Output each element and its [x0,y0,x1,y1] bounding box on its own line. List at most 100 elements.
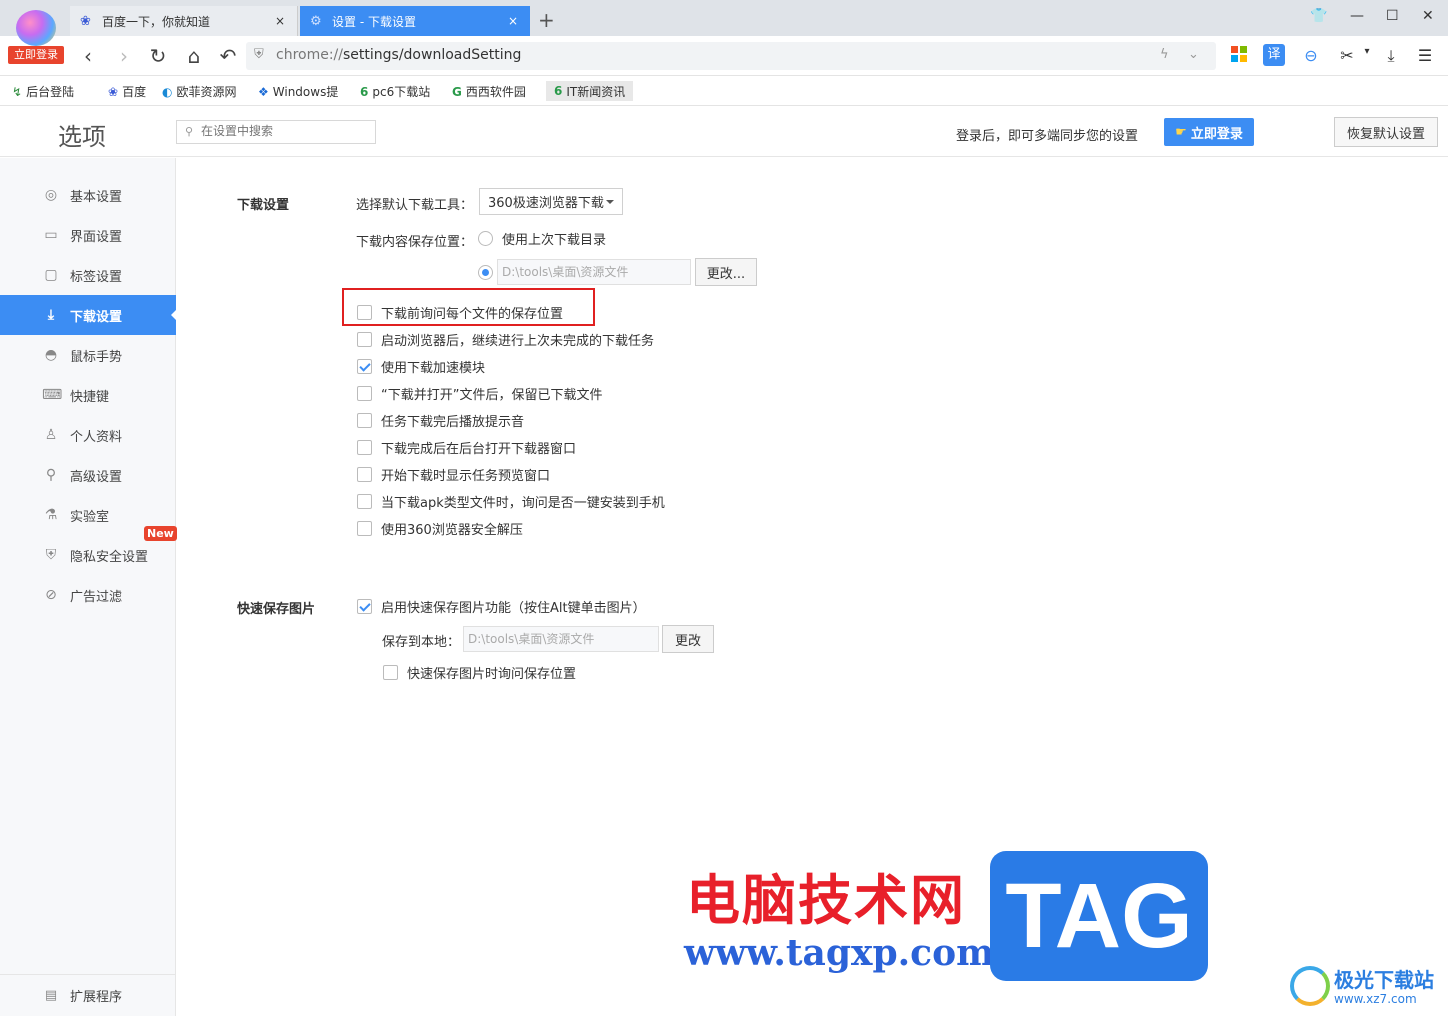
browser-logo[interactable]: 立即登录 [8,4,64,64]
option-open-downloader[interactable]: 下载完成后在后台打开下载器窗口 [357,437,576,457]
checkbox[interactable] [357,358,372,374]
option-label: 快速保存图片时询问保存位置 [407,666,577,682]
select-value: 360极速浏览器下载 [488,196,604,211]
sidebar-item-profile[interactable]: ♙ 个人资料 [0,415,176,455]
chevron-down-icon[interactable]: ⌄ [1188,47,1199,62]
option-quick-save-ask[interactable]: 快速保存图片时询问保存位置 [383,662,576,682]
download-icon[interactable]: ⤓ [1380,46,1402,66]
sidebar-item-privacy[interactable]: ⛨ 隐私安全设置 [0,535,176,575]
bookmark-label: 西西软件园 [465,85,526,99]
close-icon[interactable]: × [506,14,520,28]
checkbox[interactable] [357,412,372,428]
radio-custom-path[interactable] [478,265,493,280]
quick-save-path-field[interactable]: D:\tools\桌面\资源文件 [463,626,659,652]
tab-baidu[interactable]: ❀ 百度一下，你就知道 × [70,6,298,36]
checkbox[interactable] [357,466,372,482]
checkbox[interactable] [357,439,372,455]
user-icon: ♙ [44,427,58,443]
default-download-tool-select[interactable]: 360极速浏览器下载 [479,188,623,215]
login-button[interactable]: ☛ 立即登录 [1164,118,1254,146]
download-path-field[interactable]: D:\tools\桌面\资源文件 [497,259,691,285]
option-acceleration[interactable]: 使用下载加速模块 [357,356,485,376]
login-badge[interactable]: 立即登录 [8,46,64,64]
bookmark-icon: ❖ [258,84,269,99]
option-quick-save-enable[interactable]: 启用快速保存图片功能（按住Alt键单击图片） [357,596,646,616]
checkbox[interactable] [357,304,372,320]
sidebar-item-basic[interactable]: ◎ 基本设置 [0,175,176,215]
option-label: 下载前询问每个文件的保存位置 [381,306,564,322]
minimize-icon[interactable]: — [1350,8,1364,24]
bookmark-item[interactable]: 6 pc6下载站 [360,83,430,100]
forward-icon[interactable]: › [112,44,136,68]
bookmark-icon: 6 [360,84,369,99]
sidebar-item-mouse-gesture[interactable]: ◓ 鼠标手势 [0,335,176,375]
menu-icon[interactable]: ☰ [1414,46,1436,65]
bookmark-item[interactable]: 6 IT新闻资讯 [546,81,634,101]
bookmark-item[interactable]: ❀ 百度 [108,83,146,100]
bookmark-item[interactable]: ◐ 欧菲资源网 [162,83,237,100]
sidebar-item-adblock[interactable]: ⊘ 广告过滤 [0,575,176,615]
checkbox[interactable] [357,598,372,614]
close-icon[interactable]: × [273,14,287,28]
sidebar-item-label: 标签设置 [70,269,123,285]
skin-icon[interactable]: 👕 [1310,8,1327,24]
sidebar-item-interface[interactable]: ▭ 界面设置 [0,215,176,255]
bookmark-item[interactable]: ↯ 后台登陆 [12,83,74,100]
reload-icon[interactable]: ↻ [146,44,170,68]
translate-icon[interactable]: 译 [1263,44,1285,66]
undo-close-icon[interactable]: ↶ [216,44,240,68]
option-label: 开始下载时显示任务预览窗口 [381,468,551,484]
scissors-icon[interactable]: ✂ [1336,46,1358,65]
sidebar-item-label: 广告过滤 [70,589,123,605]
option-label: “下载并打开”文件后，保留已下载文件 [381,387,603,403]
settings-sidebar: ◎ 基本设置 ▭ 界面设置 ▢ 标签设置 ⤓ 下载设置 ◓ 鼠标手势 ⌨ 快捷键 ♙ 个人资料… [0,158,177,1016]
checkbox[interactable] [357,385,372,401]
new-tab-button[interactable]: + [538,8,555,32]
settings-search[interactable]: ⚲ [176,120,376,144]
option-play-sound[interactable]: 任务下载完后播放提示音 [357,410,524,430]
sidebar-item-advanced[interactable]: ⚲ 高级设置 [0,455,176,495]
option-ask-save-location[interactable]: 下载前询问每个文件的保存位置 [357,302,563,322]
option-preview-window[interactable]: 开始下载时显示任务预览窗口 [357,464,550,484]
sidebar-item-download[interactable]: ⤓ 下载设置 [0,295,177,335]
watermark-site-name: 电脑技术网 [686,868,966,932]
url-text[interactable]: chrome://settings/downloadSetting [276,47,521,63]
bookmark-item[interactable]: G 西西软件园 [452,83,526,100]
basic-settings-icon: ◎ [44,187,58,203]
option-label: 任务下载完后播放提示音 [381,414,525,430]
sidebar-item-tabs[interactable]: ▢ 标签设置 [0,255,176,295]
window-close-icon[interactable]: ✕ [1422,8,1434,24]
apps-grid-icon[interactable] [1228,46,1250,66]
extension-circle-icon[interactable]: ⊖ [1300,46,1322,65]
interface-icon: ▭ [44,227,58,243]
scissors-menu-icon[interactable]: ▾ [1356,46,1378,57]
option-safe-unzip[interactable]: 使用360浏览器安全解压 [357,518,523,538]
baidu-paw-icon: ❀ [108,84,119,99]
home-icon[interactable]: ⌂ [182,44,206,68]
option-resume-downloads[interactable]: 启动浏览器后，继续进行上次未完成的下载任务 [357,329,654,349]
option-apk-install[interactable]: 当下载apk类型文件时，询问是否一键安装到手机 [357,491,665,511]
change-path-button[interactable]: 更改... [695,258,757,286]
save-location-label: 下载内容保存位置： [356,235,474,250]
sidebar-item-extensions[interactable]: ▤ 扩展程序 [0,974,176,1016]
quick-save-change-button[interactable]: 更改 [662,625,714,653]
tab-settings[interactable]: ⚙ 设置 - 下载设置 × [300,6,530,36]
option-label: 使用下载加速模块 [381,360,486,376]
radio-use-last-dir[interactable] [478,231,493,246]
bookmark-icon: 6 [554,84,563,98]
sidebar-item-shortcuts[interactable]: ⌨ 快捷键 [0,375,176,415]
checkbox[interactable] [383,664,398,680]
maximize-icon[interactable]: ☐ [1386,8,1399,24]
checkbox[interactable] [357,331,372,347]
option-label: 当下载apk类型文件时，询问是否一键安装到手机 [381,495,665,511]
address-bar[interactable]: ⛨ chrome://settings/downloadSetting ϟ ⌄ [246,42,1216,70]
option-keep-opened-file[interactable]: “下载并打开”文件后，保留已下载文件 [357,383,602,403]
search-input[interactable] [201,124,371,138]
checkbox[interactable] [357,520,372,536]
restore-defaults-button[interactable]: 恢复默认设置 [1334,117,1438,147]
back-icon[interactable]: ‹ [76,44,100,68]
checkbox[interactable] [357,493,372,509]
lightning-icon[interactable]: ϟ [1160,47,1169,62]
bookmark-item[interactable]: ❖ Windows提 [258,83,338,100]
settings-header: 选项 ⚲ 登录后，即可多端同步您的设置 ☛立即登录 恢复默认设置 [0,107,1448,157]
